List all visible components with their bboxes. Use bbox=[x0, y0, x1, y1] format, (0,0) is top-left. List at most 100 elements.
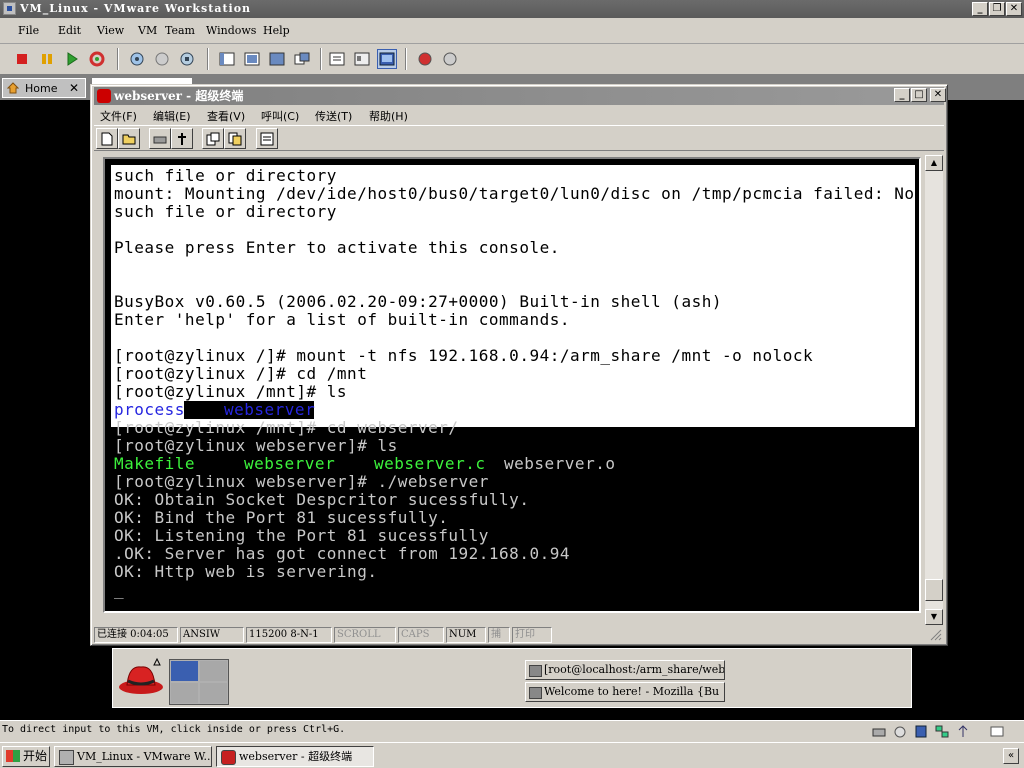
taskbar-item-hyperterminal[interactable]: webserver - 超级终端 bbox=[216, 746, 374, 767]
terminal-cursor: _ bbox=[114, 580, 125, 599]
full-screen-icon[interactable] bbox=[267, 49, 287, 69]
menu-team[interactable]: Team bbox=[165, 24, 195, 37]
terminal-line: BusyBox v0.60.5 (2006.02.20-09:27+0000) … bbox=[114, 292, 722, 311]
workspace-2[interactable] bbox=[200, 661, 227, 681]
ht-minimize-button[interactable]: _ bbox=[894, 88, 910, 102]
menu-help[interactable]: Help bbox=[263, 24, 290, 37]
ht-menu-call[interactable]: 呼叫(C) bbox=[261, 108, 299, 124]
ls-entry-webserver: webserver bbox=[244, 454, 336, 473]
ht-menu-help[interactable]: 帮助(H) bbox=[369, 108, 408, 124]
vmware-menubar: File Edit View VM Team Windows Help bbox=[0, 18, 1024, 44]
home-icon bbox=[6, 82, 20, 94]
network-icon[interactable] bbox=[935, 725, 949, 738]
appliance-view-icon[interactable] bbox=[352, 49, 372, 69]
vmware-statusbar: To direct input to this VM, click inside… bbox=[0, 720, 1024, 742]
cdrom-icon[interactable] bbox=[893, 725, 907, 738]
status-print: 打印 bbox=[512, 627, 552, 643]
workspace-3[interactable] bbox=[171, 683, 198, 703]
minimize-button[interactable]: _ bbox=[972, 2, 988, 16]
snapshot-manager-icon[interactable] bbox=[177, 49, 197, 69]
menu-view[interactable]: View bbox=[97, 24, 124, 37]
ht-maximize-button[interactable]: □ bbox=[911, 88, 927, 102]
menu-edit[interactable]: Edit bbox=[58, 24, 81, 37]
new-file-icon[interactable] bbox=[96, 128, 118, 149]
usb-icon[interactable] bbox=[956, 725, 970, 738]
power-off-icon[interactable] bbox=[12, 49, 32, 69]
scroll-down-button[interactable]: ▼ bbox=[925, 609, 943, 625]
ht-menu-view[interactable]: 查看(V) bbox=[207, 108, 245, 124]
vmware-app-icon bbox=[3, 2, 16, 15]
resize-grip-icon[interactable] bbox=[930, 629, 942, 641]
menu-vm[interactable]: VM bbox=[138, 24, 157, 37]
tab-home[interactable]: Home ✕ bbox=[2, 78, 86, 98]
terminal-line: [root@zylinux /mnt]# cd webserver/ bbox=[114, 418, 459, 437]
status-port-settings: 115200 8-N-1 bbox=[246, 627, 332, 643]
workspace-4[interactable] bbox=[200, 683, 227, 703]
console-view-icon[interactable] bbox=[377, 49, 397, 69]
receive-icon[interactable] bbox=[224, 128, 246, 149]
revert-icon[interactable] bbox=[152, 49, 172, 69]
message-log-icon[interactable] bbox=[990, 725, 1004, 738]
workspace-1[interactable] bbox=[171, 661, 198, 681]
vmware-title-bar[interactable]: VM_Linux - VMware Workstation _ ❐ ✕ bbox=[0, 0, 1024, 18]
ls-entry-webserver-o: webserver.o bbox=[504, 454, 616, 473]
tray-expand-icon[interactable]: « bbox=[1003, 748, 1019, 764]
workspace-pager[interactable] bbox=[169, 659, 229, 705]
guest-task-mozilla[interactable]: Welcome to here! - Mozilla {Bu bbox=[525, 682, 725, 702]
ls-entry-process: process bbox=[114, 400, 185, 419]
terminal-screen[interactable]: such file or directory mount: Mounting /… bbox=[111, 165, 915, 607]
unity-icon[interactable] bbox=[292, 49, 312, 69]
terminal-line: OK: Http web is servering. bbox=[114, 562, 378, 581]
record-icon[interactable] bbox=[415, 49, 435, 69]
open-folder-icon[interactable] bbox=[118, 128, 140, 149]
taskbar-item-vmware[interactable]: VM_Linux - VMware W... bbox=[54, 746, 212, 767]
reset-icon[interactable] bbox=[87, 49, 107, 69]
ht-menu-file[interactable]: 文件(F) bbox=[100, 108, 137, 124]
vm-status-hint: To direct input to this VM, click inside… bbox=[2, 724, 346, 735]
terminal-line: Please press Enter to activate this cons… bbox=[114, 238, 560, 257]
send-icon[interactable] bbox=[202, 128, 224, 149]
suspend-icon[interactable] bbox=[37, 49, 57, 69]
summary-view-icon[interactable] bbox=[327, 49, 347, 69]
scroll-thumb[interactable] bbox=[925, 579, 943, 601]
ht-menu-transfer[interactable]: 传送(T) bbox=[315, 108, 352, 124]
start-button[interactable]: 开始 bbox=[2, 746, 50, 767]
hyperterminal-title-bar[interactable]: webserver - 超级终端 _ □ ✕ bbox=[94, 87, 946, 105]
floppy-icon[interactable] bbox=[914, 725, 928, 738]
power-on-icon[interactable] bbox=[62, 49, 82, 69]
terminal-line: OK: Obtain Socket Despcritor sucessfully… bbox=[114, 490, 530, 509]
menu-file[interactable]: File bbox=[18, 24, 39, 37]
snapshot-icon[interactable] bbox=[127, 49, 147, 69]
status-connected-time: 已连接 0:04:05 bbox=[94, 627, 178, 643]
terminal-line: OK: Listening the Port 81 sucessfully bbox=[114, 526, 489, 545]
sidebar-icon[interactable] bbox=[217, 49, 237, 69]
connect-icon[interactable] bbox=[149, 128, 171, 149]
replay-icon[interactable] bbox=[440, 49, 460, 69]
guest-task-terminal[interactable]: [root@localhost:/arm_share/webser bbox=[525, 660, 725, 680]
terminal-frame[interactable]: such file or directory mount: Mounting /… bbox=[103, 157, 921, 613]
close-button[interactable]: ✕ bbox=[1006, 2, 1022, 16]
ls-entry-makefile: Makefile bbox=[114, 454, 196, 473]
hyperterminal-statusbar: 已连接 0:04:05 ANSIW 115200 8-N-1 SCROLL CA… bbox=[94, 625, 944, 645]
redhat-menu-icon[interactable] bbox=[117, 657, 165, 697]
status-capture: 捕 bbox=[488, 627, 510, 643]
terminal-line: [root@zylinux /]# mount -t nfs 192.168.0… bbox=[114, 346, 814, 365]
hyperterminal-title: webserver - 超级终端 bbox=[114, 89, 244, 103]
hard-disk-icon[interactable] bbox=[872, 725, 886, 738]
restore-button[interactable]: ❐ bbox=[989, 2, 1005, 16]
terminal-scrollbar[interactable]: ▲ ▼ bbox=[925, 155, 943, 625]
terminal-line: such file or directory bbox=[114, 202, 337, 221]
properties-icon[interactable] bbox=[256, 128, 278, 149]
ht-close-button[interactable]: ✕ bbox=[930, 88, 946, 102]
menu-windows[interactable]: Windows bbox=[206, 24, 256, 37]
ht-menu-edit[interactable]: 编辑(E) bbox=[153, 108, 191, 124]
disconnect-icon[interactable] bbox=[171, 128, 193, 149]
hyperterminal-window[interactable]: webserver - 超级终端 _ □ ✕ 文件(F) 编辑(E) 查看(V)… bbox=[90, 84, 948, 646]
status-caps: CAPS bbox=[398, 627, 444, 643]
scroll-up-button[interactable]: ▲ bbox=[925, 155, 943, 171]
status-num: NUM bbox=[446, 627, 486, 643]
quick-switch-icon[interactable] bbox=[242, 49, 262, 69]
vmware-toolbar bbox=[0, 44, 1024, 74]
tab-close-icon[interactable]: ✕ bbox=[69, 81, 79, 95]
hyperterminal-toolbar bbox=[94, 125, 944, 151]
